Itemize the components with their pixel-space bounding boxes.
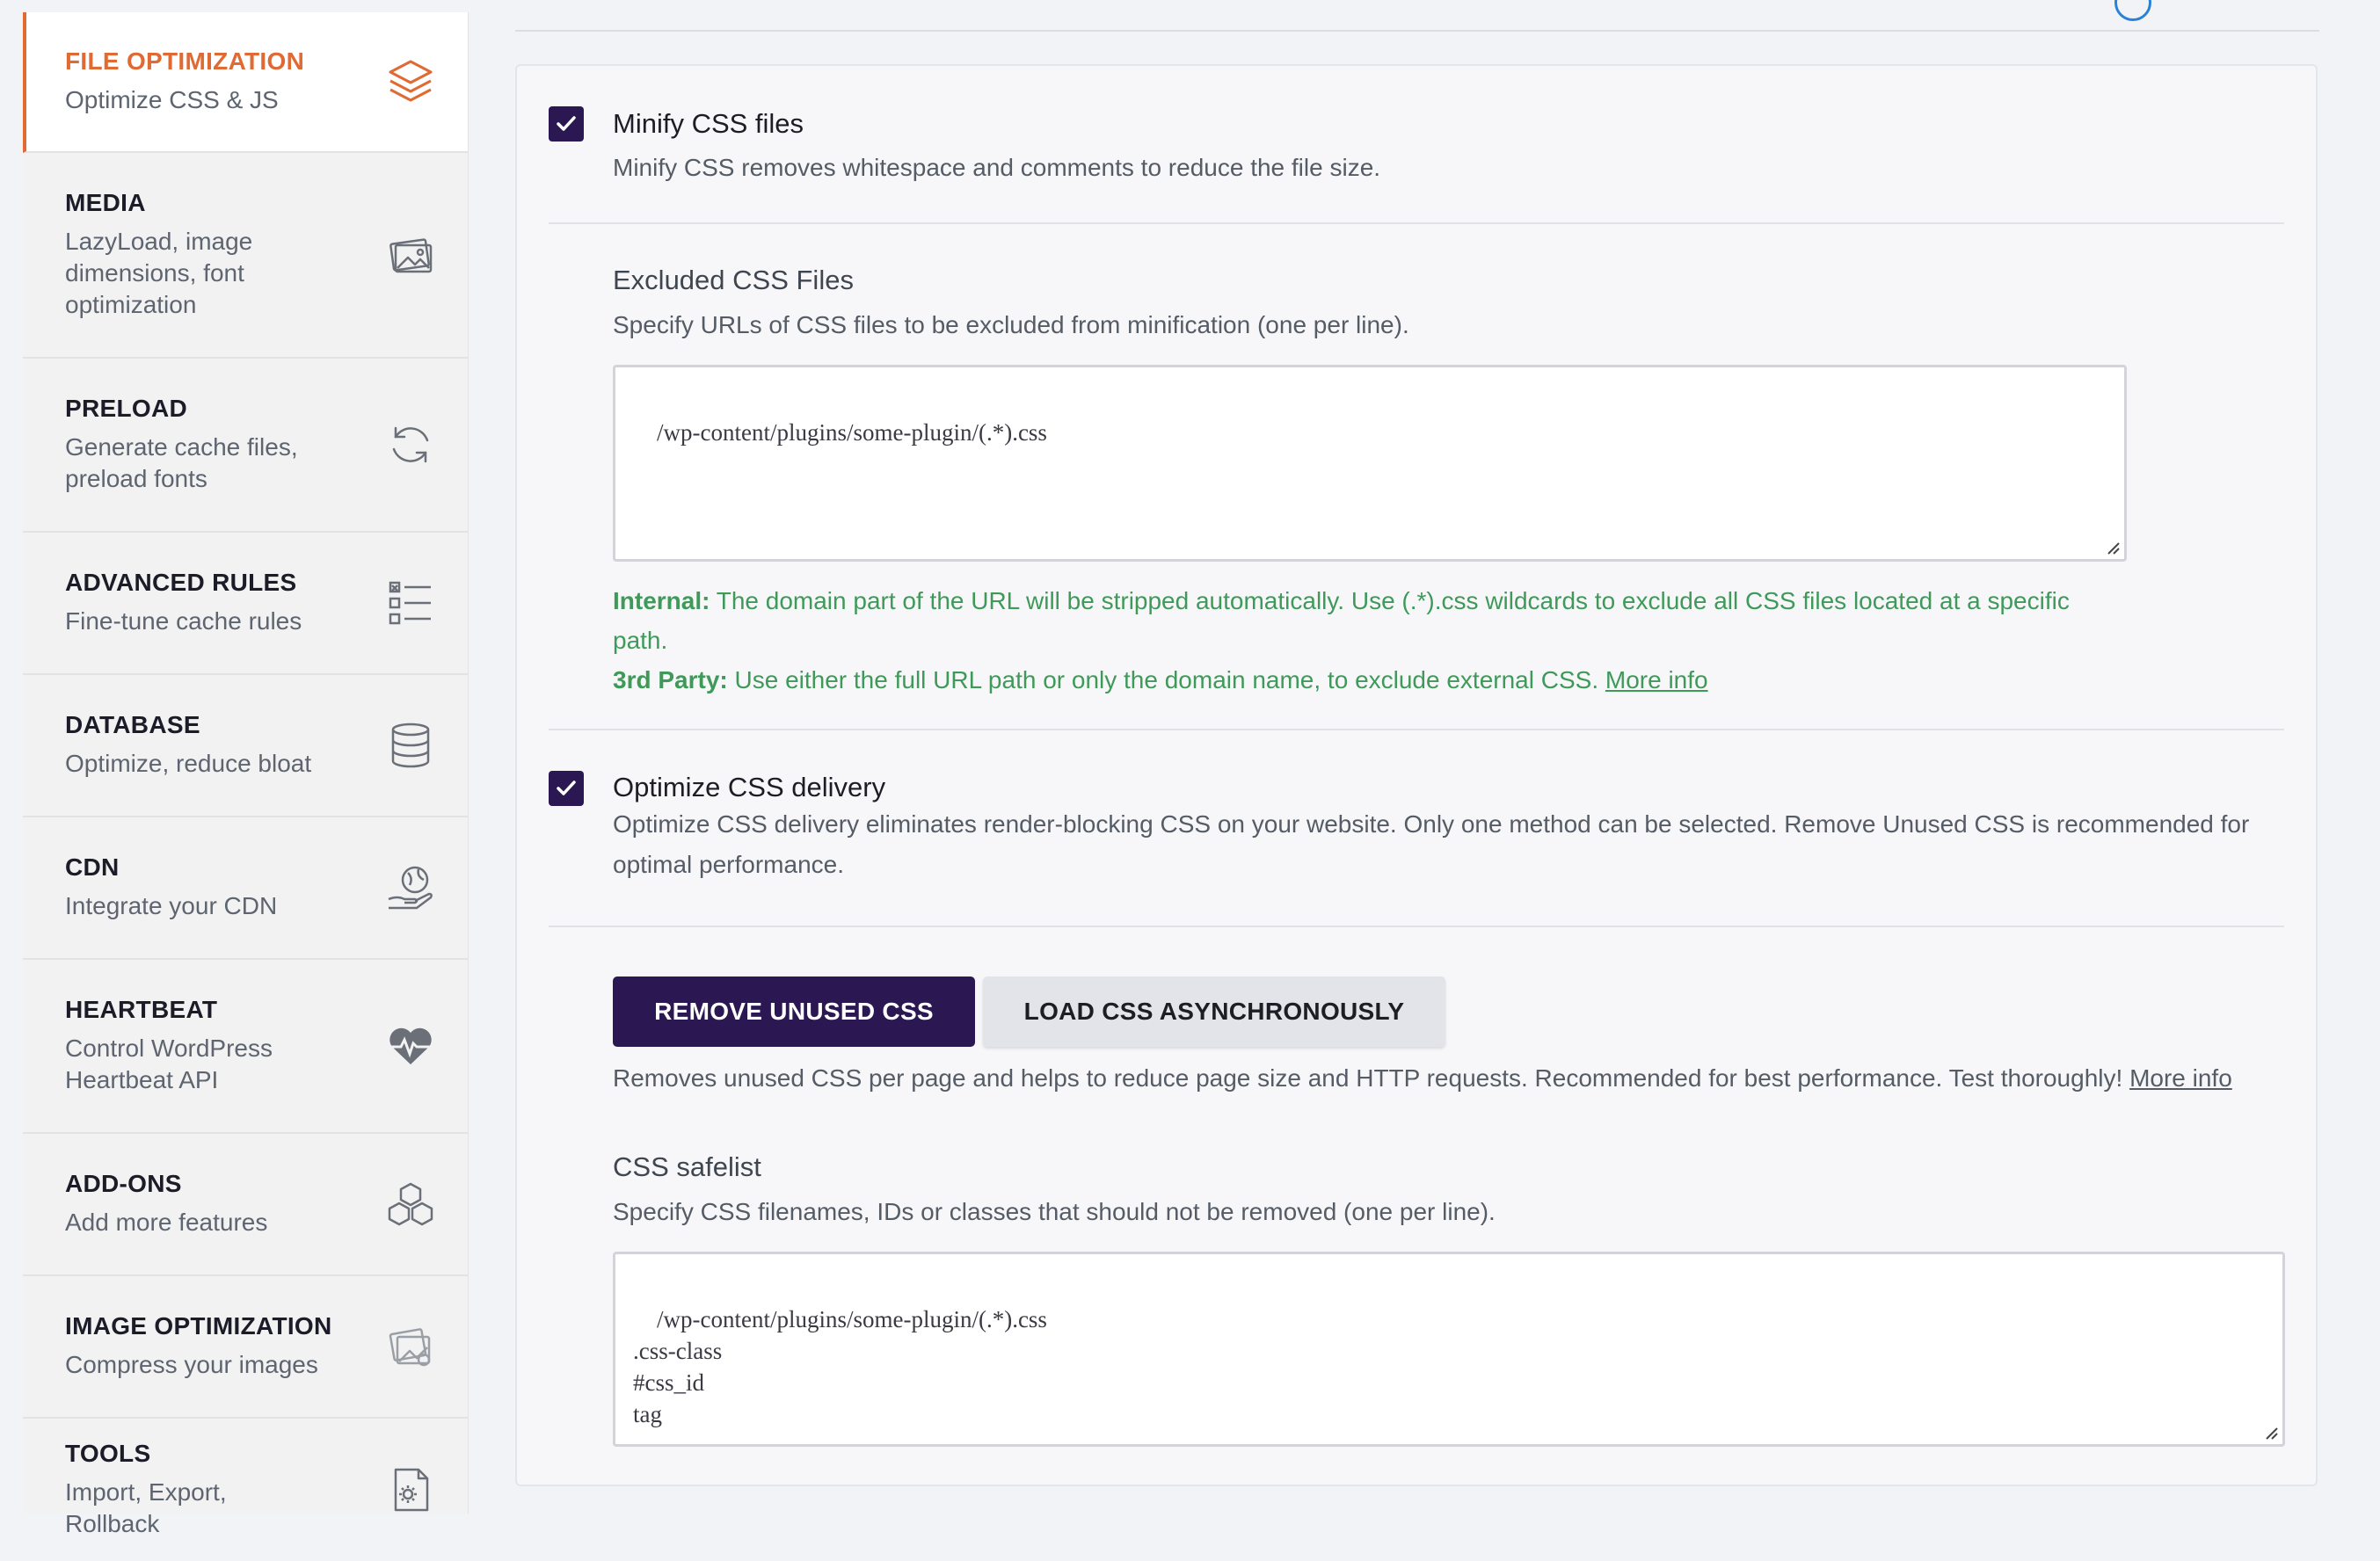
database-icon — [385, 720, 436, 771]
optimize-css-delivery-checkbox[interactable] — [549, 771, 584, 806]
excluded-css-description: Specify URLs of CSS files to be excluded… — [613, 311, 1409, 338]
sidebar-item-title: ADVANCED RULES — [65, 569, 297, 596]
remove-unused-css-button[interactable]: REMOVE UNUSED CSS — [613, 977, 975, 1047]
third-party-text: Use either the full URL path or only the… — [727, 666, 1605, 693]
sidebar-item-title: DATABASE — [65, 711, 200, 738]
sidebar-item-subtitle: Compress your images — [65, 1351, 318, 1378]
internal-label: Internal: — [613, 587, 710, 614]
sidebar-item-file-optimization[interactable]: FILE OPTIMIZATION Optimize CSS & JS — [23, 12, 468, 153]
sidebar-item-add-ons[interactable]: ADD-ONS Add more features — [23, 1134, 468, 1276]
globe-hand-icon — [385, 862, 436, 913]
sidebar-item-heartbeat[interactable]: HEARTBEAT Control WordPress Heartbeat AP… — [23, 960, 468, 1134]
sidebar-item-subtitle: Optimize, reduce bloat — [65, 750, 312, 777]
optimize-css-delivery-description: Optimize CSS delivery eliminates render-… — [613, 810, 2250, 878]
sidebar-item-preload[interactable]: PRELOAD Generate cache files, preload fo… — [23, 359, 468, 533]
sidebar-item-database[interactable]: DATABASE Optimize, reduce bloat — [23, 675, 468, 817]
sidebar-item-subtitle: LazyLoad, image dimensions, font optimiz… — [65, 228, 253, 318]
sidebar-item-advanced-rules[interactable]: ADVANCED RULES Fine-tune cache rules — [23, 533, 468, 675]
sidebar-item-title: HEARTBEAT — [65, 996, 218, 1023]
checkmark-icon — [557, 780, 576, 795]
excluded-css-textarea[interactable]: /wp-content/plugins/some-plugin/(.*).css — [613, 365, 2127, 562]
cubes-icon — [385, 1179, 436, 1230]
refresh-icon — [385, 419, 436, 470]
remove-unused-css-description: Removes unused CSS per page and helps to… — [613, 1058, 2301, 1099]
sidebar-item-subtitle: Import, Export, Rollback — [65, 1478, 227, 1537]
sidebar-item-subtitle: Control WordPress Heartbeat API — [65, 1035, 273, 1093]
resize-handle-icon[interactable] — [2105, 540, 2121, 555]
image-optimize-icon — [385, 1321, 436, 1372]
excluded-css-value: /wp-content/plugins/some-plugin/(.*).css — [657, 419, 1047, 446]
more-info-link[interactable]: More info — [2129, 1064, 2232, 1092]
sidebar-item-subtitle: Optimize CSS & JS — [65, 86, 279, 113]
sidebar-item-title: PRELOAD — [65, 395, 187, 422]
third-party-label: 3rd Party: — [613, 666, 728, 693]
method-description-text: Removes unused CSS per page and helps to… — [613, 1064, 2130, 1092]
internal-text: The domain part of the URL will be strip… — [613, 587, 2070, 654]
excluded-css-title: Excluded CSS Files — [613, 265, 854, 295]
minify-css-checkbox[interactable] — [549, 106, 584, 142]
sidebar-item-image-optimization[interactable]: IMAGE OPTIMIZATION Compress your images — [23, 1276, 468, 1419]
css-safelist-value: /wp-content/plugins/some-plugin/(.*).css… — [633, 1306, 1047, 1427]
sidebar-item-tools[interactable]: TOOLS Import, Export, Rollback — [23, 1419, 468, 1561]
divider — [549, 926, 2284, 927]
sidebar-item-media[interactable]: MEDIA LazyLoad, image dimensions, font o… — [23, 153, 468, 359]
divider — [549, 729, 2284, 730]
sidebar-item-title: CDN — [65, 853, 120, 881]
resize-handle-icon[interactable] — [2263, 1425, 2279, 1441]
sidebar-item-title: FILE OPTIMIZATION — [65, 47, 305, 75]
css-safelist-textarea[interactable]: /wp-content/plugins/some-plugin/(.*).css… — [613, 1252, 2285, 1447]
section-title-clipped — [519, 0, 642, 5]
sidebar-item-title: ADD-ONS — [65, 1170, 182, 1197]
css-files-card: Minify CSS files Minify CSS removes whit… — [515, 64, 2318, 1486]
heartbeat-icon — [385, 1020, 436, 1071]
load-css-async-button[interactable]: LOAD CSS ASYNCHRONOUSLY — [983, 977, 1445, 1047]
sidebar-item-title: MEDIA — [65, 189, 146, 216]
sidebar-item-subtitle: Add more features — [65, 1209, 268, 1236]
css-safelist-title: CSS safelist — [613, 1151, 761, 1182]
excluded-css-help: Internal: The domain part of the URL wil… — [613, 581, 2127, 700]
help-circle-icon[interactable] — [2114, 0, 2151, 21]
more-info-link[interactable]: More info — [1605, 666, 1708, 693]
checklist-icon — [385, 577, 436, 628]
checkmark-icon — [557, 116, 576, 131]
minify-css-description: Minify CSS removes whitespace and commen… — [613, 154, 1381, 181]
section-divider — [515, 30, 2319, 32]
sidebar-item-title: IMAGE OPTIMIZATION — [65, 1312, 332, 1340]
images-icon — [385, 229, 436, 280]
divider — [549, 222, 2284, 224]
optimize-css-delivery-title: Optimize CSS delivery — [613, 772, 886, 802]
sidebar-item-subtitle: Generate cache files, preload fonts — [65, 433, 298, 492]
sidebar-nav: FILE OPTIMIZATION Optimize CSS & JS MEDI… — [23, 12, 469, 1537]
sidebar-item-cdn[interactable]: CDN Integrate your CDN — [23, 817, 468, 960]
css-safelist-description: Specify CSS filenames, IDs or classes th… — [613, 1198, 1496, 1225]
minify-css-title: Minify CSS files — [613, 108, 804, 139]
sidebar-item-title: TOOLS — [65, 1440, 151, 1467]
sidebar-item-subtitle: Fine-tune cache rules — [65, 607, 302, 635]
layers-icon — [385, 56, 436, 107]
sidebar-item-subtitle: Integrate your CDN — [65, 892, 278, 919]
file-gear-icon — [385, 1464, 436, 1515]
